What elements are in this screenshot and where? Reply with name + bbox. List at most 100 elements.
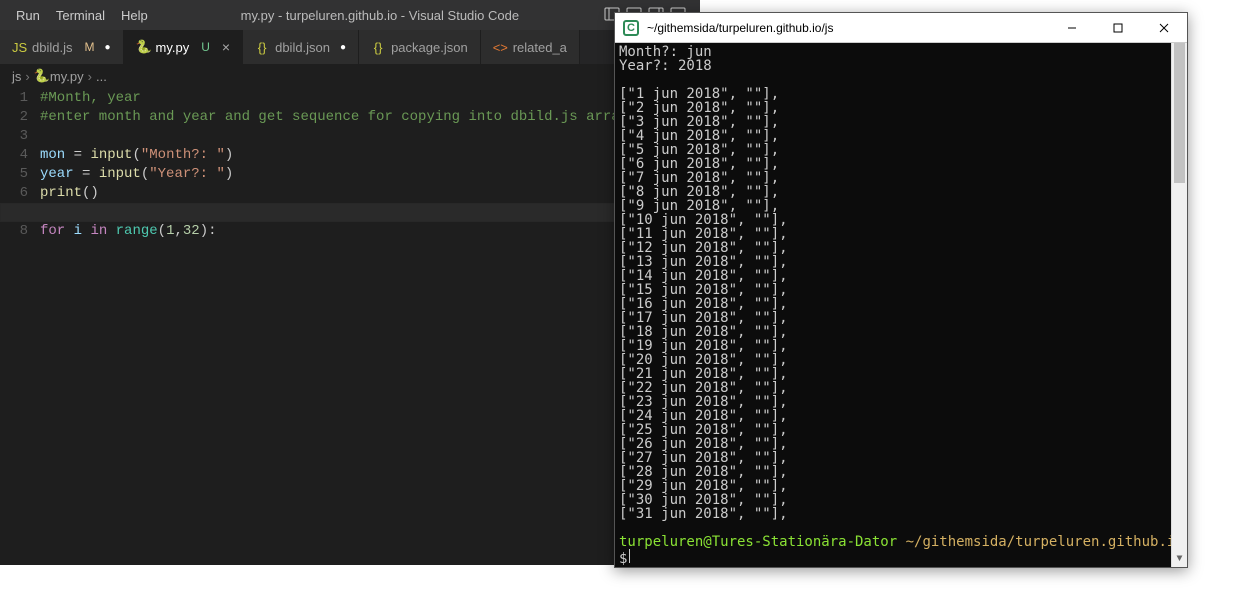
line-number: 3: [0, 127, 28, 146]
terminal-output-line: ["29 jun 2018", ""],: [619, 479, 1183, 493]
code-area[interactable]: #Month, year #enter month and year and ge…: [40, 87, 700, 565]
line-number: 2: [0, 108, 28, 127]
code-token: in: [90, 223, 107, 239]
terminal-output-line: ["10 jun 2018", ""],: [619, 213, 1183, 227]
code-token: ,: [174, 223, 182, 239]
code-token: i: [74, 223, 82, 239]
terminal-output-line: ["7 jun 2018", ""],: [619, 171, 1183, 185]
terminal-output-line: ["27 jun 2018", ""],: [619, 451, 1183, 465]
tab-related_a[interactable]: <> related_a: [481, 30, 580, 64]
breadcrumb[interactable]: js › 🐍 my.py › ...: [0, 65, 700, 87]
close-icon[interactable]: ×: [222, 39, 230, 55]
terminal-scrollbar[interactable]: ▲ ▼: [1171, 43, 1187, 567]
tab-label: dbild.json: [275, 40, 330, 55]
line-number: 1: [0, 89, 28, 108]
terminal-body[interactable]: Month?: junYear?: 2018 ["1 jun 2018", ""…: [615, 43, 1187, 567]
code-token: range: [116, 223, 158, 239]
terminal-output-line: ["18 jun 2018", ""],: [619, 325, 1183, 339]
git-status-badge: M: [84, 40, 94, 54]
chevron-right-icon: ›: [25, 69, 29, 84]
breadcrumb-root[interactable]: js: [12, 69, 21, 84]
code-token: [107, 223, 115, 239]
file-icon: 🐍: [136, 39, 150, 55]
code-line[interactable]: #enter month and year and get sequence f…: [40, 108, 700, 127]
terminal-title: ~/githemsida/turpeluren.github.io/js: [647, 21, 833, 35]
code-token: for: [40, 223, 65, 239]
minimize-button[interactable]: [1049, 13, 1095, 43]
file-icon: {}: [371, 40, 385, 55]
file-icon: JS: [12, 40, 26, 55]
code-line[interactable]: #Month, year: [40, 89, 700, 108]
code-token: "Month?: ": [141, 147, 225, 163]
terminal-prompt-line[interactable]: $: [619, 549, 1183, 566]
tab-my-py[interactable]: 🐍my.pyU×: [124, 30, 244, 64]
terminal-output-line: ["15 jun 2018", ""],: [619, 283, 1183, 297]
code-token: print: [40, 185, 82, 201]
scroll-down-icon[interactable]: ▼: [1172, 551, 1187, 567]
terminal-line: [619, 73, 1183, 87]
code-line[interactable]: [0, 203, 700, 222]
terminal-output-line: ["31 jun 2018", ""],: [619, 507, 1183, 521]
code-line[interactable]: mon = input("Month?: "): [40, 146, 700, 165]
breadcrumb-more[interactable]: ...: [96, 69, 107, 84]
menu-terminal[interactable]: Terminal: [48, 8, 113, 23]
modified-dot-icon: ●: [104, 42, 110, 53]
breadcrumb-file[interactable]: my.py: [50, 69, 84, 84]
code-line[interactable]: for i in range(1,32):: [40, 222, 700, 241]
terminal-output-line: ["1 jun 2018", ""],: [619, 87, 1183, 101]
window-title: my.py - turpeluren.github.io - Visual St…: [156, 8, 604, 23]
file-icon: <>: [493, 40, 507, 55]
editor[interactable]: 12345678 #Month, year#enter month and ye…: [0, 87, 700, 565]
code-token: 32: [183, 223, 200, 239]
code-line[interactable]: print(): [40, 184, 700, 203]
code-token: input: [90, 147, 132, 163]
prompt-symbol: $: [619, 551, 627, 567]
tab-label: dbild.js: [32, 40, 72, 55]
terminal-output-line: ["6 jun 2018", ""],: [619, 157, 1183, 171]
prompt-path: ~/githemsida/turpeluren.github.io/js: [906, 534, 1187, 550]
terminal-output-line: ["20 jun 2018", ""],: [619, 353, 1183, 367]
tabbar: JSdbild.jsM●🐍my.pyU×{}dbild.json●{}packa…: [0, 30, 700, 65]
code-token: (: [132, 147, 140, 163]
file-icon: {}: [255, 40, 269, 55]
menu-run[interactable]: Run: [8, 8, 48, 23]
terminal-output-line: ["8 jun 2018", ""],: [619, 185, 1183, 199]
maximize-button[interactable]: [1095, 13, 1141, 43]
code-line[interactable]: [40, 127, 700, 146]
line-number: 8: [0, 222, 28, 241]
terminal-titlebar[interactable]: C ~/githemsida/turpeluren.github.io/js: [615, 13, 1187, 43]
terminal-output-line: ["26 jun 2018", ""],: [619, 437, 1183, 451]
terminal-output-line: ["22 jun 2018", ""],: [619, 381, 1183, 395]
terminal-output-line: ["3 jun 2018", ""],: [619, 115, 1183, 129]
terminal-line: Month?: jun: [619, 45, 1183, 59]
line-number: 4: [0, 146, 28, 165]
terminal-app-icon: C: [623, 20, 639, 36]
terminal-output-line: ["4 jun 2018", ""],: [619, 129, 1183, 143]
tab-dbild-json[interactable]: {}dbild.json●: [243, 30, 359, 64]
scrollbar-thumb[interactable]: [1174, 43, 1185, 183]
tab-dbild-js[interactable]: JS dbild.js M ●: [0, 30, 124, 64]
terminal-output-line: ["28 jun 2018", ""],: [619, 465, 1183, 479]
terminal-output-line: ["9 jun 2018", ""],: [619, 199, 1183, 213]
terminal-output-line: ["19 jun 2018", ""],: [619, 339, 1183, 353]
tab-label: related_a: [513, 40, 567, 55]
tab-label: package.json: [391, 40, 468, 55]
terminal-cursor: [629, 549, 636, 563]
code-token: #Month, year: [40, 90, 141, 106]
close-button[interactable]: [1141, 13, 1187, 43]
tab-label: my.py: [156, 40, 190, 55]
code-token: ):: [200, 223, 217, 239]
code-token: [65, 223, 73, 239]
prompt-user: turpeluren@Tures-Stationära-Dator: [619, 534, 897, 550]
code-token: #enter month and year and get sequence f…: [40, 109, 628, 125]
code-token: (: [158, 223, 166, 239]
menu-help[interactable]: Help: [113, 8, 156, 23]
terminal-prompt[interactable]: turpeluren@Tures-Stationära-Dator ~/gith…: [619, 535, 1183, 549]
code-line[interactable]: year = input("Year?: "): [40, 165, 700, 184]
menubar: Run Terminal Help my.py - turpeluren.git…: [0, 0, 700, 30]
chevron-right-icon: ›: [88, 69, 92, 84]
code-token: year: [40, 166, 74, 182]
line-number: 6: [0, 184, 28, 203]
tab-package-json[interactable]: {} package.json: [359, 30, 481, 64]
terminal-output-line: ["16 jun 2018", ""],: [619, 297, 1183, 311]
